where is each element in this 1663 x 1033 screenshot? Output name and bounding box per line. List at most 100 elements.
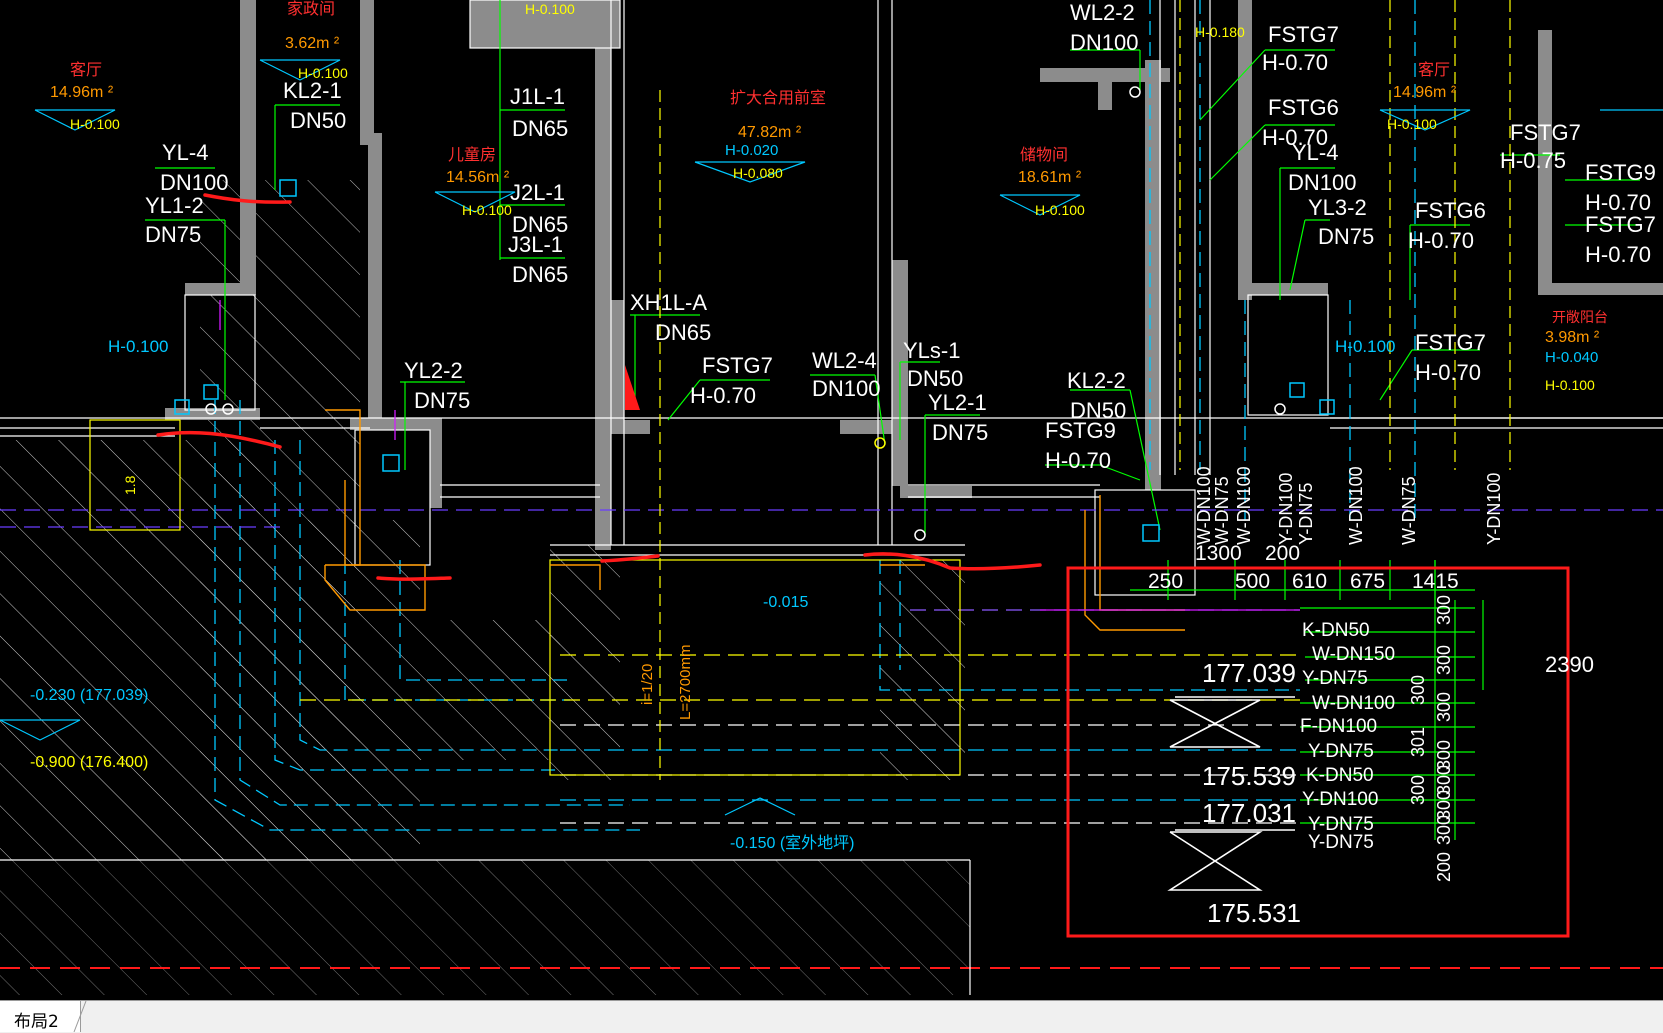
room-elev: H-0.020 (725, 142, 778, 159)
detail-pipe-label: Y-DN75 (1308, 832, 1374, 853)
pipe-label: J2L-1 (510, 180, 565, 205)
dim-top: 1415 (1412, 570, 1459, 593)
pipe-label: YL1-2 (145, 193, 204, 218)
detail-pipe-label: Y-DN75 (1308, 741, 1374, 762)
pipe-label: H-0.75 (1500, 148, 1566, 173)
length-label: L=2700mm (677, 645, 694, 720)
dim-top: 500 (1235, 570, 1270, 593)
room-area: 14.96m ² (1393, 84, 1457, 101)
spacing-label: 300 (1434, 692, 1454, 722)
pipe-label: H-0.70 (1408, 228, 1474, 253)
pipe-label: FSTG6 (1268, 95, 1339, 120)
room-area: 47.82m ² (738, 124, 802, 141)
room-name: 儿童房 (448, 145, 496, 164)
pipe-label: H-0.70 (690, 383, 756, 408)
tab-edge (73, 1001, 87, 1032)
elev-label: H-0.100 (525, 1, 575, 17)
detail-pipe-label: K-DN50 (1306, 765, 1374, 786)
room-elev: H-0.100 (70, 116, 120, 132)
pipe-label: KL2-2 (1067, 368, 1126, 393)
room-elev: H-0.100 (1387, 116, 1437, 132)
spacing-label: 300 (1434, 815, 1454, 845)
detail-pipe-label: F-DN100 (1300, 716, 1377, 737)
room-elev: H-0.100 (1545, 377, 1595, 393)
pipe-label: YL3-2 (1308, 195, 1367, 220)
detail-pipe-label: W-DN100 (1312, 693, 1395, 714)
room-elev: H-0.100 (1035, 202, 1085, 218)
pipe-label: DN100 (1288, 170, 1356, 195)
detail-pipe-label: K-DN50 (1302, 620, 1370, 641)
pipe-label: DN50 (290, 108, 346, 133)
layout-tab[interactable]: 布局2 (0, 1001, 81, 1032)
pipe-label: DN50 (907, 366, 963, 391)
room-name: 开敞阳台 (1552, 309, 1608, 325)
pipe-label: YL2-2 (404, 358, 463, 383)
detail-pipe-label: W-DN150 (1312, 644, 1395, 665)
elevation-value: 177.039 (1202, 658, 1296, 688)
pipe-label: YL-4 (162, 140, 208, 165)
detail-pipe-label: Y-DN100 (1302, 789, 1378, 810)
pipe-label: FSTG7 (702, 353, 773, 378)
elev-label: -0.230 (177.039) (30, 687, 148, 704)
elevation-value: 175.531 (1207, 898, 1301, 928)
pipe-label: YL2-1 (928, 390, 987, 415)
pipe-label: FSTG9 (1045, 418, 1116, 443)
room-name: 储物间 (1020, 146, 1068, 164)
pipe-label: H-0.70 (1045, 448, 1111, 473)
elev-label: H-0.180 (1195, 24, 1245, 40)
elevation-value: 175.539 (1202, 761, 1296, 791)
room-area: 3.98m ² (1545, 329, 1600, 346)
dim-top: 675 (1350, 570, 1385, 593)
vertical-pipe-label: W-DN75 (1212, 476, 1232, 545)
vertical-pipe-label: W-DN100 (1194, 466, 1214, 545)
pipe-label: WL2-2 (1070, 0, 1135, 25)
room-area: 18.61m ² (1018, 169, 1082, 186)
cad-drawing-canvas[interactable]: 家政间 3.62m ² H-0.100 客厅 14.96m ² H-0.100 … (0, 0, 1663, 1000)
pipe-label: H-0.70 (1415, 360, 1481, 385)
slope-label: i=1/20 (639, 664, 656, 705)
room-name: 扩大合用前室 (730, 89, 826, 107)
pipe-label: DN100 (1070, 30, 1138, 55)
pipe-label: FSTG7 (1585, 212, 1656, 237)
pipe-label: DN75 (1318, 224, 1374, 249)
room-elev: H-0.080 (733, 165, 783, 181)
dim-top: 250 (1148, 570, 1183, 593)
room-area: 14.56m ² (446, 169, 510, 186)
elev-label: -0.900 (176.400) (30, 754, 148, 771)
dim-top: 610 (1292, 570, 1327, 593)
pipe-label: YLs-1 (903, 338, 960, 363)
elevation-value: 177.031 (1202, 798, 1296, 828)
vertical-pipe-label: Y-DN75 (1296, 483, 1316, 545)
elev-label: -0.015 (763, 594, 808, 611)
vertical-pipe-label: Y-DN100 (1484, 473, 1504, 545)
pipe-label: FSTG7 (1510, 120, 1581, 145)
vertical-pipe-label: Y-DN100 (1276, 473, 1296, 545)
room-area: 3.62m ² (285, 35, 340, 52)
detail-pipe-label: Y-DN75 (1302, 668, 1368, 689)
spacing-label: 200 (1434, 852, 1454, 882)
room-name: 客厅 (70, 61, 102, 79)
dim-top: 200 (1265, 542, 1300, 565)
pipe-label: DN100 (812, 376, 880, 401)
room-name: 家政间 (287, 0, 335, 18)
total-dim-label: 2390 (1545, 652, 1594, 677)
dim-label: 1.8 (122, 475, 138, 495)
spacing-label: 300 (1434, 645, 1454, 675)
dim-top: 1300 (1195, 542, 1242, 565)
room-name: 客厅 (1418, 61, 1450, 79)
pipe-label: DN75 (932, 420, 988, 445)
pipe-label: DN65 (655, 320, 711, 345)
pipe-label: FSTG9 (1585, 160, 1656, 185)
pipe-label: FSTG7 (1415, 330, 1486, 355)
pipe-label: H-0.70 (1585, 242, 1651, 267)
spacing-label: 301 (1408, 727, 1428, 757)
layout-tab-bar: 布局2 (0, 1000, 1663, 1033)
pipe-label: FSTG7 (1268, 22, 1339, 47)
pipe-label: DN100 (160, 170, 228, 195)
spacing-label: 300 (1434, 595, 1454, 625)
pipe-label: WL2-4 (812, 348, 877, 373)
elev-label: H-0.100 (1335, 337, 1395, 356)
pipe-label: KL2-1 (283, 78, 342, 103)
outdoor-elev-label: -0.150 (室外地坪) (730, 834, 854, 852)
spacing-label: 300 (1408, 675, 1428, 705)
